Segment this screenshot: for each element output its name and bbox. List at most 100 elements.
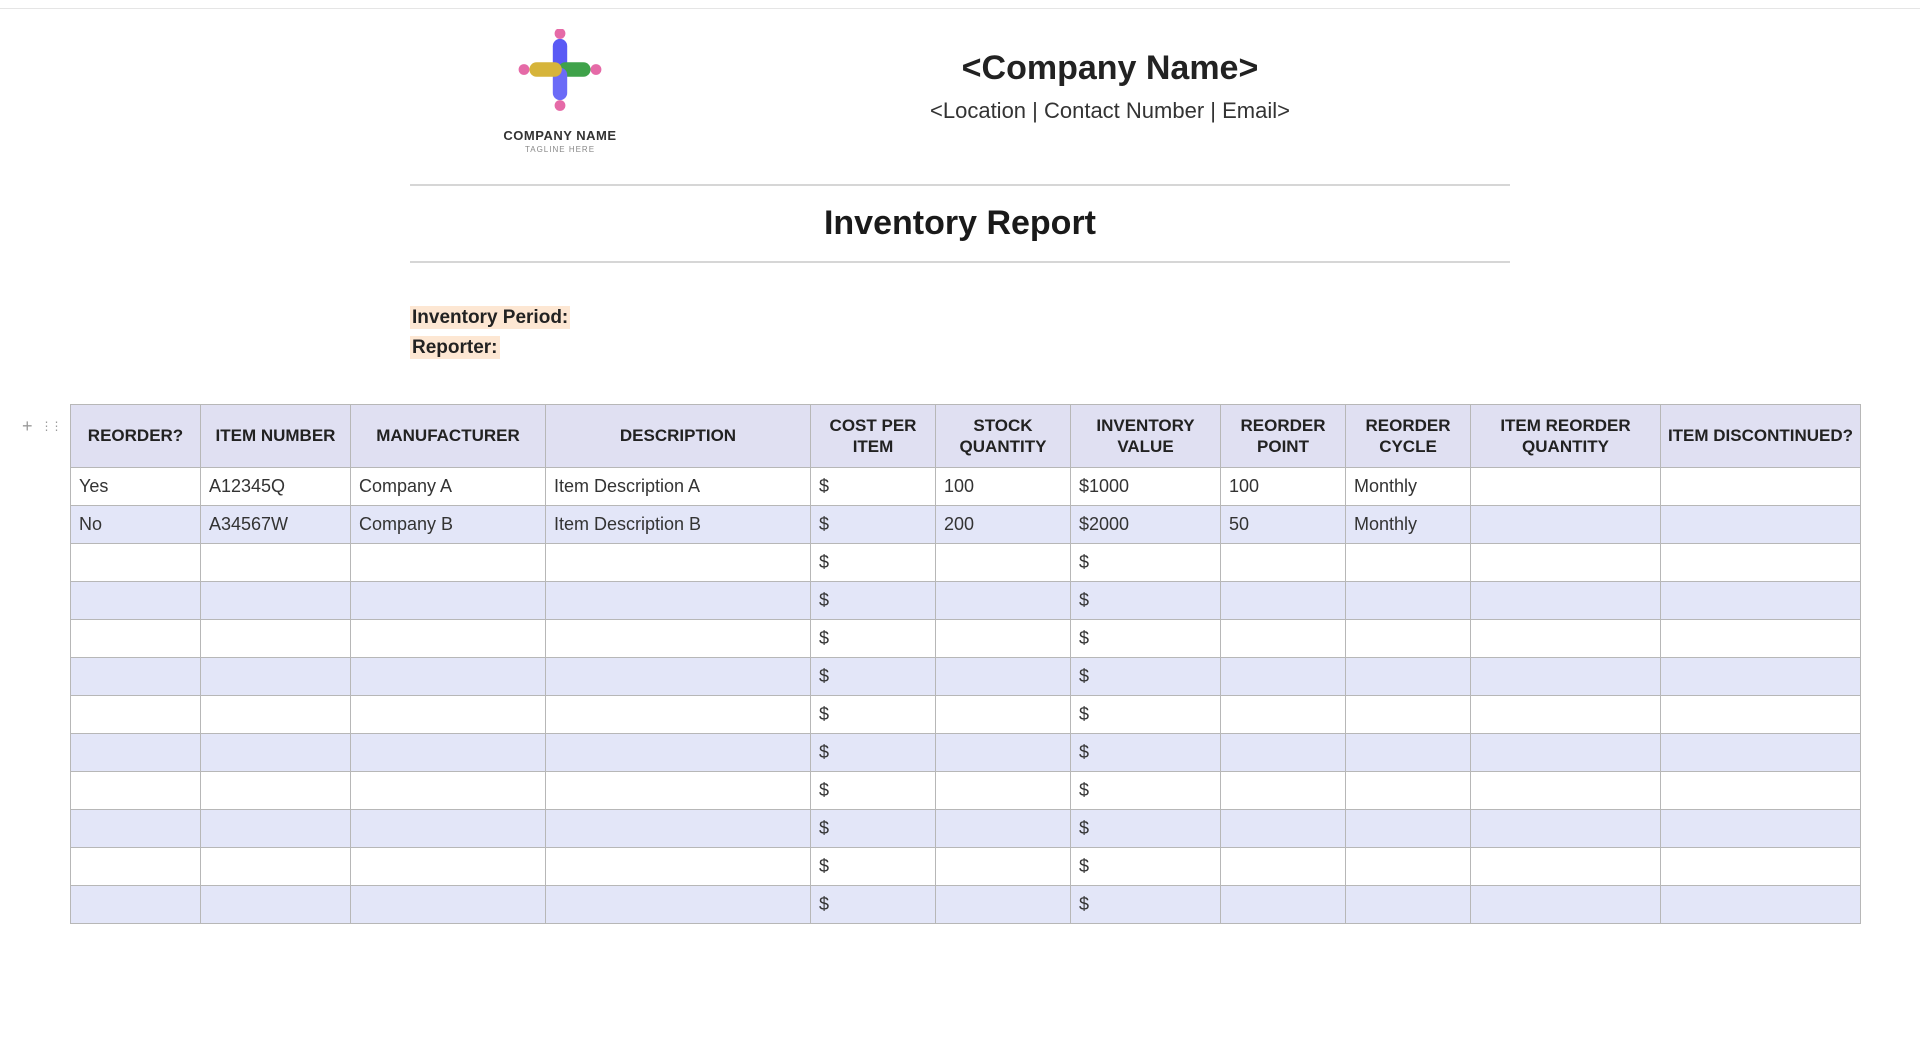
cell-inventory-value[interactable]: $ (1071, 848, 1221, 886)
cell-stock-quantity[interactable] (936, 772, 1071, 810)
cell-description[interactable] (546, 582, 811, 620)
inventory-table[interactable]: REORDER? ITEM NUMBER MANUFACTURER DESCRI… (70, 404, 1861, 925)
cell-item-number[interactable]: A34567W (201, 506, 351, 544)
th-stock-quantity[interactable]: STOCK QUANTITY (936, 404, 1071, 468)
cell-item-discontinued[interactable] (1661, 544, 1861, 582)
table-row[interactable]: $$ (71, 696, 1861, 734)
cell-inventory-value[interactable]: $ (1071, 658, 1221, 696)
drag-handle-icon[interactable]: ⋮⋮ (41, 419, 61, 433)
cell-stock-quantity[interactable] (936, 848, 1071, 886)
cell-reorder[interactable] (71, 620, 201, 658)
cell-reorder-point[interactable] (1221, 810, 1346, 848)
cell-item-number[interactable] (201, 544, 351, 582)
cell-description[interactable] (546, 772, 811, 810)
cell-reorder[interactable] (71, 810, 201, 848)
cell-reorder-point[interactable] (1221, 734, 1346, 772)
cell-description[interactable] (546, 848, 811, 886)
cell-item-discontinued[interactable] (1661, 810, 1861, 848)
cell-stock-quantity[interactable] (936, 620, 1071, 658)
cell-inventory-value[interactable]: $1000 (1071, 468, 1221, 506)
cell-reorder-point[interactable]: 50 (1221, 506, 1346, 544)
cell-manufacturer[interactable] (351, 620, 546, 658)
cell-item-reorder-qty[interactable] (1471, 772, 1661, 810)
th-reorder[interactable]: REORDER? (71, 404, 201, 468)
cell-reorder-point[interactable] (1221, 848, 1346, 886)
cell-reorder-cycle[interactable] (1346, 582, 1471, 620)
cell-item-number[interactable] (201, 772, 351, 810)
cell-stock-quantity[interactable] (936, 544, 1071, 582)
cell-cost-per-item[interactable]: $ (811, 506, 936, 544)
cell-reorder[interactable] (71, 658, 201, 696)
th-inventory-value[interactable]: INVENTORY VALUE (1071, 404, 1221, 468)
table-row[interactable]: $$ (71, 848, 1861, 886)
cell-cost-per-item[interactable]: $ (811, 772, 936, 810)
cell-stock-quantity[interactable] (936, 810, 1071, 848)
cell-description[interactable] (546, 658, 811, 696)
table-row[interactable]: $$ (71, 582, 1861, 620)
cell-item-number[interactable] (201, 848, 351, 886)
cell-reorder[interactable] (71, 848, 201, 886)
cell-item-reorder-qty[interactable] (1471, 658, 1661, 696)
cell-description[interactable] (546, 544, 811, 582)
cell-item-discontinued[interactable] (1661, 848, 1861, 886)
cell-inventory-value[interactable]: $ (1071, 810, 1221, 848)
cell-item-reorder-qty[interactable] (1471, 886, 1661, 924)
cell-inventory-value[interactable]: $ (1071, 696, 1221, 734)
cell-reorder[interactable]: Yes (71, 468, 201, 506)
th-item-number[interactable]: ITEM NUMBER (201, 404, 351, 468)
cell-item-number[interactable] (201, 582, 351, 620)
cell-cost-per-item[interactable]: $ (811, 658, 936, 696)
cell-reorder-cycle[interactable] (1346, 544, 1471, 582)
cell-inventory-value[interactable]: $ (1071, 582, 1221, 620)
cell-manufacturer[interactable] (351, 582, 546, 620)
cell-description[interactable]: Item Description B (546, 506, 811, 544)
cell-cost-per-item[interactable]: $ (811, 886, 936, 924)
table-row[interactable]: $$ (71, 810, 1861, 848)
cell-manufacturer[interactable] (351, 696, 546, 734)
table-row[interactable]: $$ (71, 620, 1861, 658)
table-row[interactable]: $$ (71, 658, 1861, 696)
cell-reorder-cycle[interactable] (1346, 734, 1471, 772)
cell-item-discontinued[interactable] (1661, 582, 1861, 620)
cell-manufacturer[interactable] (351, 734, 546, 772)
cell-stock-quantity[interactable]: 100 (936, 468, 1071, 506)
cell-reorder-point[interactable] (1221, 544, 1346, 582)
table-row[interactable]: $$ (71, 734, 1861, 772)
cell-manufacturer[interactable] (351, 658, 546, 696)
cell-item-reorder-qty[interactable] (1471, 810, 1661, 848)
cell-item-discontinued[interactable] (1661, 734, 1861, 772)
table-row[interactable]: YesA12345QCompany AItem Description A$10… (71, 468, 1861, 506)
cell-item-reorder-qty[interactable] (1471, 506, 1661, 544)
cell-manufacturer[interactable]: Company B (351, 506, 546, 544)
cell-item-discontinued[interactable] (1661, 620, 1861, 658)
cell-description[interactable]: Item Description A (546, 468, 811, 506)
th-description[interactable]: DESCRIPTION (546, 404, 811, 468)
cell-item-reorder-qty[interactable] (1471, 734, 1661, 772)
cell-reorder[interactable] (71, 734, 201, 772)
cell-item-number[interactable] (201, 734, 351, 772)
table-row[interactable]: $$ (71, 772, 1861, 810)
cell-item-number[interactable] (201, 886, 351, 924)
cell-reorder[interactable] (71, 582, 201, 620)
cell-reorder-point[interactable]: 100 (1221, 468, 1346, 506)
cell-reorder[interactable] (71, 772, 201, 810)
cell-manufacturer[interactable] (351, 544, 546, 582)
cell-inventory-value[interactable]: $ (1071, 886, 1221, 924)
cell-item-reorder-qty[interactable] (1471, 582, 1661, 620)
cell-reorder-cycle[interactable] (1346, 658, 1471, 696)
cell-manufacturer[interactable] (351, 810, 546, 848)
cell-reorder-point[interactable] (1221, 620, 1346, 658)
cell-inventory-value[interactable]: $2000 (1071, 506, 1221, 544)
cell-item-discontinued[interactable] (1661, 886, 1861, 924)
cell-cost-per-item[interactable]: $ (811, 544, 936, 582)
cell-stock-quantity[interactable] (936, 734, 1071, 772)
cell-reorder-point[interactable] (1221, 696, 1346, 734)
cell-manufacturer[interactable]: Company A (351, 468, 546, 506)
cell-inventory-value[interactable]: $ (1071, 734, 1221, 772)
cell-stock-quantity[interactable]: 200 (936, 506, 1071, 544)
cell-cost-per-item[interactable]: $ (811, 848, 936, 886)
cell-item-discontinued[interactable] (1661, 468, 1861, 506)
cell-item-number[interactable] (201, 658, 351, 696)
cell-item-discontinued[interactable] (1661, 658, 1861, 696)
cell-manufacturer[interactable] (351, 886, 546, 924)
